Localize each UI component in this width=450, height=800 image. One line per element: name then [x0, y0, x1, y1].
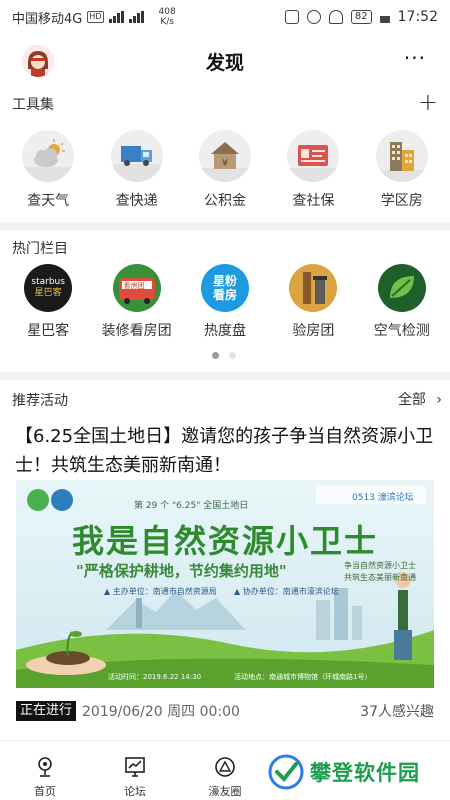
- status-bar: 中国移动4G HD 408 K/s 82 17:52: [0, 0, 450, 34]
- banner-co-organizer: ▲ 协办单位：南通市濠滨论坛: [234, 587, 339, 596]
- nav-home-label: 首页: [34, 785, 56, 798]
- nav-home[interactable]: 首页: [0, 741, 90, 800]
- signal-icon: [108, 11, 124, 23]
- activity-date: 2019/06/20 周四 00:00: [82, 704, 240, 720]
- starbus-logo-subtext: 星巴客: [34, 288, 62, 298]
- tool-school-district-label: 学区房: [380, 193, 423, 209]
- page-title: 发现: [205, 51, 244, 74]
- view-all-activities-link[interactable]: 全部 ›: [398, 389, 442, 409]
- nav-friends[interactable]: 濠友圈: [180, 741, 270, 800]
- friends-circle-icon: [215, 757, 235, 777]
- network-speed-unit: K/s: [160, 17, 174, 27]
- svg-text:¥: ¥: [222, 158, 228, 169]
- section-divider: [0, 222, 450, 230]
- hot-item-heat-map[interactable]: 星粉 看房 热度盘: [183, 264, 267, 344]
- view-all-label: 全部: [397, 392, 426, 408]
- banner-brand: 0513 濠滨论坛: [352, 493, 414, 503]
- inspection-tools-icon: [289, 264, 338, 312]
- activity-title[interactable]: 【6.25全国土地日】邀请您的孩子争当自然资源小卫士！共筑生态美丽新南通！: [15, 422, 435, 480]
- network-speed-value: 408: [158, 7, 176, 17]
- hot-item-inspection-label: 验房团: [292, 323, 335, 339]
- nfc-icon: [284, 10, 299, 24]
- hot-columns-row: starbus 星巴客 星巴客 看房团 装修看房团 星粉 看房 热度盘 验房团 …: [0, 264, 450, 344]
- activity-banner-art: [16, 480, 434, 688]
- more-options-button[interactable]: ···: [404, 48, 426, 68]
- weather-icon: [22, 130, 75, 182]
- section-divider-2: [0, 372, 450, 380]
- activities-section-title: 推荐活动: [12, 393, 68, 409]
- hd-indicator: HD: [87, 11, 104, 23]
- tool-weather[interactable]: 查天气: [8, 130, 88, 212]
- banner-slogan: "严格保护耕地，节约集约用地": [76, 562, 287, 580]
- activity-meta: 正在进行 2019/06/20 周四 00:00 37人感兴趣: [16, 700, 434, 722]
- bus-icon-text: 看房团: [123, 282, 145, 290]
- tools-row: 查天气 查快递 ¥ 公积金 查社保 学区房: [0, 130, 450, 212]
- battery-icon: 82: [350, 10, 372, 24]
- social-security-card-icon: [287, 130, 340, 182]
- interest-count: 37人感兴趣: [360, 704, 434, 720]
- watermark-check-icon: [268, 754, 304, 790]
- air-leaf-icon: [377, 264, 426, 312]
- banner-event-time: 活动时间：2019.6.22 14:30: [108, 673, 202, 681]
- hot-item-air-check-label: 空气检测: [373, 323, 430, 339]
- tool-express[interactable]: 查快递: [97, 130, 177, 212]
- tool-express-label: 查快递: [115, 193, 158, 209]
- nav-forum[interactable]: 论坛: [90, 741, 180, 800]
- bus-icon: 看房团: [112, 264, 161, 312]
- add-tool-button[interactable]: +: [418, 90, 438, 114]
- star-fans-icon-text: 星粉: [212, 274, 237, 288]
- hot-item-decor-tour-label: 装修看房团: [101, 323, 172, 339]
- vibrate-icon: [306, 10, 321, 24]
- banner-side-text-2: 共筑生态美丽新南通: [344, 573, 416, 582]
- pagination-dot-active[interactable]: [212, 352, 219, 359]
- hot-item-starbus[interactable]: starbus 星巴客 星巴客: [6, 264, 90, 344]
- house-fund-icon: ¥: [198, 130, 251, 182]
- hot-section-title: 热门栏目: [12, 241, 68, 257]
- hot-item-decor-tour[interactable]: 看房团 装修看房团: [95, 264, 179, 344]
- mute-bell-icon: [328, 10, 343, 24]
- pagination-dot[interactable]: [229, 352, 236, 359]
- banner-organizer: ▲ 主办单位：南通市自然资源局: [104, 587, 217, 596]
- hot-item-starbus-label: 星巴客: [27, 323, 70, 339]
- star-fans-icon-subtext: 看房: [212, 288, 237, 302]
- carousel-pagination: [212, 352, 236, 359]
- clock: 17:52: [397, 9, 438, 25]
- nav-forum-label: 论坛: [124, 785, 146, 798]
- forum-chart-icon: [125, 757, 145, 777]
- banner-event-place: 活动地点：南通城市博物馆（环城南路1号）: [234, 673, 372, 681]
- banner-headline: 我是自然资源小卫士: [72, 522, 379, 560]
- starbus-logo-text: starbus: [31, 277, 65, 287]
- tool-weather-label: 查天气: [27, 193, 70, 209]
- hot-item-heat-map-label: 热度盘: [203, 323, 246, 339]
- signal-icon-2: [128, 11, 144, 23]
- school-district-building-icon: [375, 130, 428, 182]
- network-speed: 408 K/s: [159, 7, 176, 27]
- tools-section-title: 工具集: [12, 97, 54, 113]
- tool-social-security[interactable]: 查社保: [273, 130, 353, 212]
- tool-housing-fund[interactable]: ¥ 公积金: [185, 130, 265, 212]
- banner-subtitle: 第 29 个 "6.25" 全国土地日: [134, 501, 249, 511]
- status-badge: 正在进行: [16, 701, 77, 721]
- avatar-girl-icon: [22, 45, 54, 77]
- banner-side-text-1: 争当自然资源小卫士: [344, 561, 416, 570]
- tool-housing-fund-label: 公积金: [203, 193, 246, 209]
- home-joystick-icon: [38, 757, 52, 777]
- user-avatar[interactable]: [22, 45, 54, 77]
- activity-banner[interactable]: 第 29 个 "6.25" 全国土地日 0513 濠滨论坛 我是自然资源小卫士 …: [16, 480, 434, 688]
- nav-friends-label: 濠友圈: [208, 785, 242, 798]
- tool-social-security-label: 查社保: [292, 193, 335, 209]
- hot-item-inspection[interactable]: 验房团: [271, 264, 355, 344]
- star-fans-icon: 星粉 看房: [200, 264, 249, 312]
- tool-school-district[interactable]: 学区房: [362, 130, 442, 212]
- chevron-right-icon: ›: [436, 392, 442, 408]
- carrier-name: 中国移动4G: [12, 11, 83, 27]
- charging-icon: [379, 11, 390, 23]
- top-header: 发现 ···: [0, 34, 450, 88]
- hot-item-air-check[interactable]: 空气检测: [360, 264, 444, 344]
- watermark: 攀登软件园: [268, 750, 420, 794]
- delivery-truck-icon: [110, 130, 163, 182]
- watermark-text: 攀登软件园: [310, 761, 420, 785]
- starbus-logo-icon: starbus 星巴客: [24, 264, 73, 312]
